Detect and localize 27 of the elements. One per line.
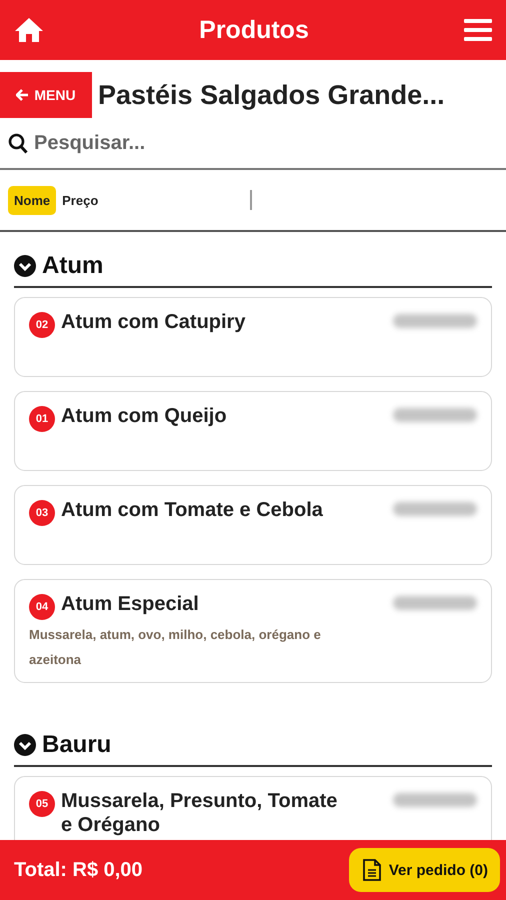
view-order-button[interactable]: Ver pedido (0) (348, 848, 500, 892)
page-title: Produtos (199, 16, 309, 44)
sort-tab[interactable]: Nome (8, 186, 56, 214)
item-number-badge: 02 (29, 312, 55, 338)
item-number-badge: 05 (29, 791, 55, 817)
product-name: Atum com Catupiry (61, 310, 246, 334)
item-number-badge: 01 (29, 406, 55, 432)
arrow-left-icon (16, 89, 30, 101)
product-description: Mussarela, atum, ovo, milho, cebola, orégano e azeitona (29, 626, 322, 669)
group-title: Bauru (42, 731, 112, 759)
chevron-circle-icon[interactable] (14, 255, 36, 277)
item-number-badge: 03 (29, 500, 55, 526)
back-menu-button[interactable]: MENU (0, 72, 92, 118)
product-name: Atum Especial (61, 592, 199, 616)
document-icon (362, 859, 381, 881)
category-title: Pastéis Salgados Grande... (98, 80, 445, 110)
product-name: Atum com Queijo (61, 404, 227, 428)
home-icon[interactable] (14, 17, 44, 43)
group-title: Atum (42, 252, 104, 280)
menu-icon[interactable] (464, 19, 492, 41)
item-number-badge: 04 (29, 594, 55, 620)
sort-tab[interactable]: Preço (56, 186, 104, 214)
search-icon (8, 132, 28, 154)
product-name: Atum com Tomate e Cebola (61, 498, 323, 522)
chevron-circle-icon[interactable] (14, 734, 36, 756)
product-name: Mussarela, Presunto, Tomate e Orégano (61, 789, 338, 837)
order-total: Total: R$ 0,00 (14, 858, 143, 882)
